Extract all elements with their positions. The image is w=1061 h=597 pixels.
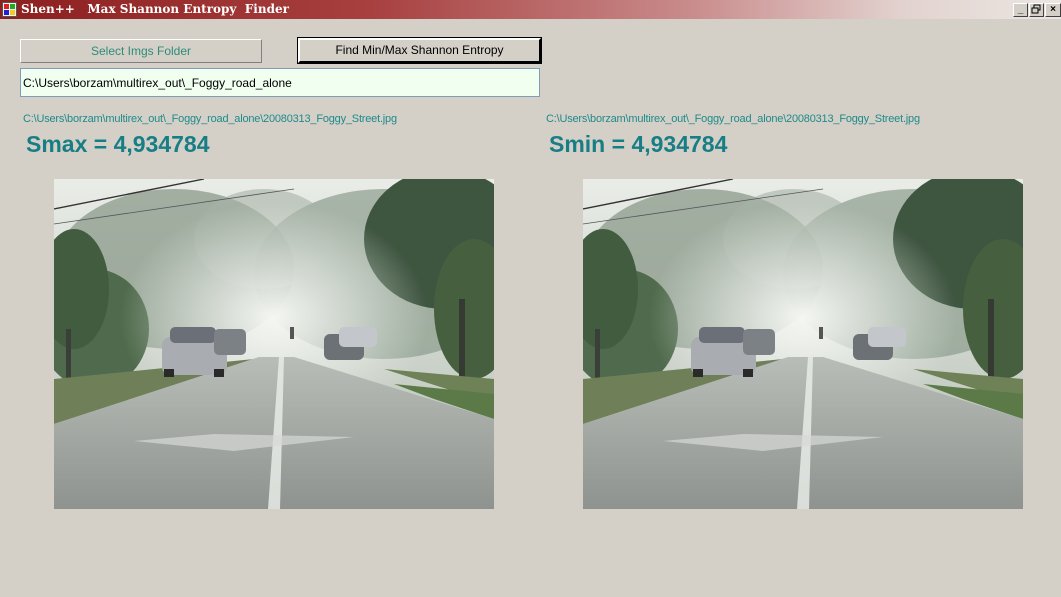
- restore-icon: [1031, 4, 1041, 14]
- find-entropy-button[interactable]: Find Min/Max Shannon Entropy: [297, 37, 542, 64]
- folder-path-input[interactable]: [20, 68, 540, 97]
- app-icon[interactable]: [2, 2, 17, 17]
- min-file-path: C:\Users\borzam\multirex_out\_Foggy_road…: [546, 113, 920, 125]
- max-file-path: C:\Users\borzam\multirex_out\_Foggy_road…: [23, 113, 397, 125]
- foggy-street-photo: [54, 179, 494, 509]
- max-entropy-label: Smax = 4,934784: [26, 131, 210, 157]
- close-icon: ×: [1050, 4, 1056, 15]
- min-entropy-image: [583, 179, 1023, 509]
- foggy-street-photo: [583, 179, 1023, 509]
- min-entropy-label: Smin = 4,934784: [549, 131, 728, 157]
- minimize-button[interactable]: _: [1013, 3, 1028, 17]
- max-entropy-image: [54, 179, 494, 509]
- title-bar[interactable]: Shen++ Max Shannon Entropy Finder _ ×: [0, 0, 1061, 19]
- restore-button[interactable]: [1029, 3, 1044, 17]
- window-title: Shen++ Max Shannon Entropy Finder: [21, 2, 289, 16]
- close-button[interactable]: ×: [1045, 3, 1061, 17]
- select-folder-button[interactable]: Select Imgs Folder: [20, 39, 262, 63]
